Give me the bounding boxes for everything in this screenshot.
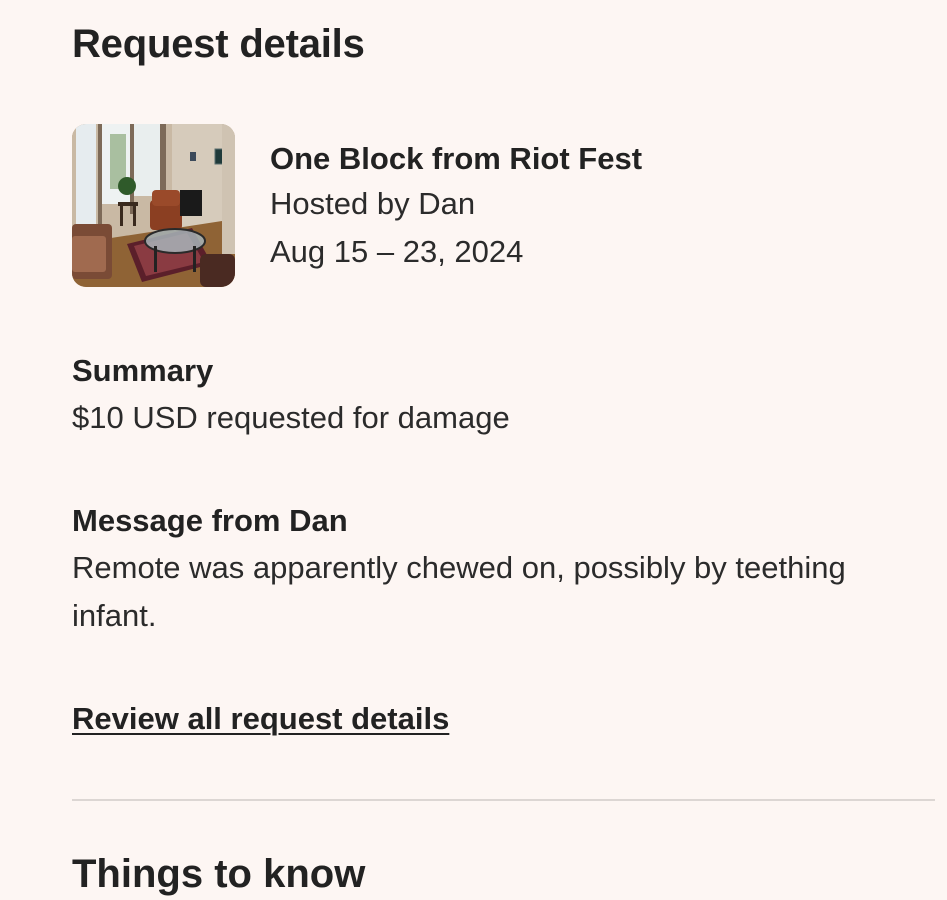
message-text: Remote was apparently chewed on, possibl…: [72, 550, 846, 633]
section-divider: [72, 799, 935, 801]
listing-info: One Block from Riot Fest Hosted by Dan A…: [270, 124, 642, 276]
listing-name[interactable]: One Block from Riot Fest: [270, 138, 642, 180]
section-title: Request details: [72, 22, 365, 66]
living-room-photo-icon: [72, 124, 235, 287]
listing-photo[interactable]: [72, 124, 235, 287]
listing-dates: Aug 15 – 23, 2024: [270, 234, 524, 269]
message-label: Message from Dan: [72, 503, 348, 538]
summary-label: Summary: [72, 353, 214, 388]
summary-text: $10 USD requested for damage: [72, 400, 510, 435]
listing-card[interactable]: One Block from Riot Fest Hosted by Dan A…: [72, 124, 642, 287]
next-section-title: Things to know: [72, 852, 366, 896]
summary-section: Summary $10 USD requested for damage: [72, 348, 932, 442]
message-section: Message from Dan Remote was apparently c…: [72, 498, 932, 640]
review-all-request-details-link[interactable]: Review all request details: [72, 697, 449, 741]
listing-host: Hosted by Dan: [270, 186, 476, 221]
